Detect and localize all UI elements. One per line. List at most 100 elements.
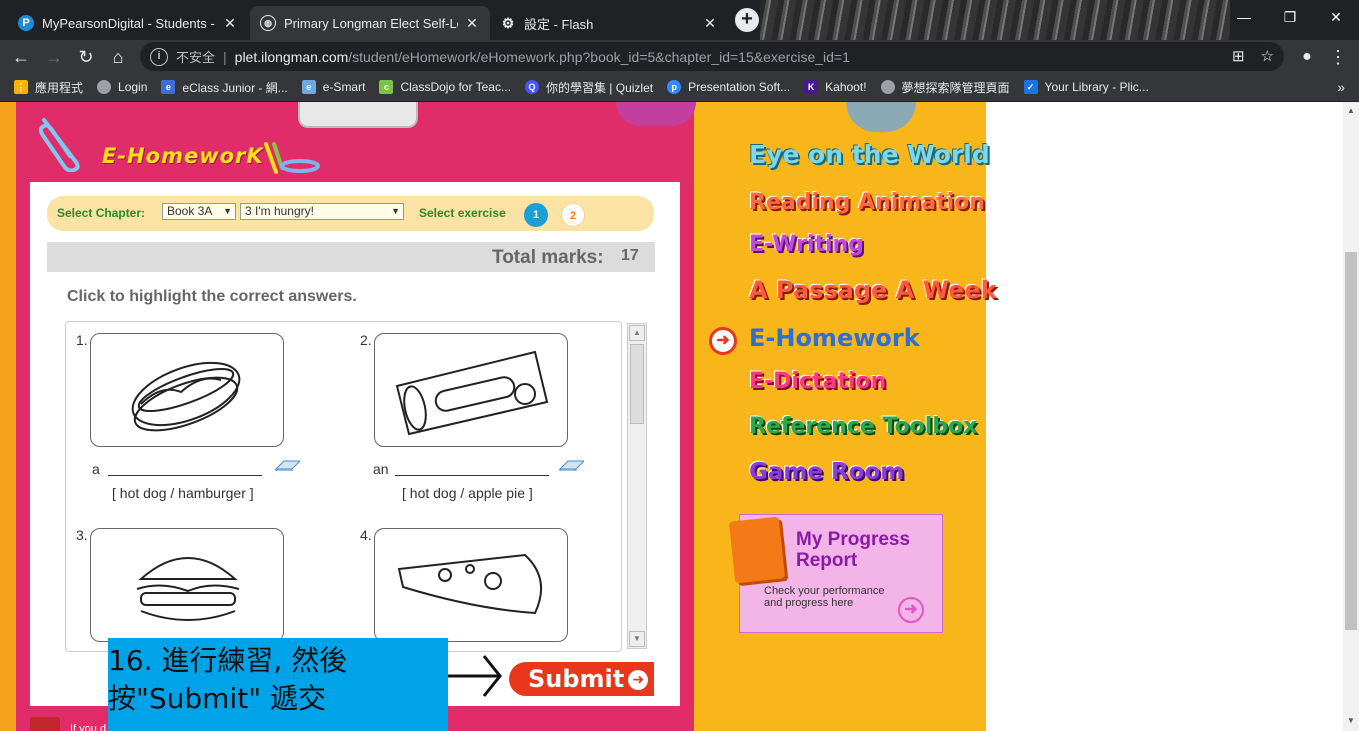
bookmark-label: 應用程式 <box>35 80 84 95</box>
tab-primary-longman[interactable]: ◍ Primary Longman Elect Self-Le ✕ <box>250 6 490 40</box>
arrow-right-icon: ➜ <box>628 670 649 690</box>
forward-icon[interactable]: → <box>41 44 67 70</box>
nav-eye-on-the-world[interactable]: Eye on the World <box>749 140 990 169</box>
tab-title: 設定 - Flash <box>524 16 594 32</box>
pearson-icon: P <box>18 15 34 31</box>
window-close-button[interactable]: ✕ <box>1316 2 1356 32</box>
instruction-callout: 16. 進行練習, 然後 按"Submit" 遞交 <box>108 638 448 731</box>
profile-icon[interactable]: ● <box>1294 44 1320 70</box>
close-icon[interactable]: ✕ <box>464 15 480 32</box>
bookmark-prezi[interactable]: p Presentation Soft... <box>667 80 790 94</box>
bookmark-dream-team[interactable]: 夢想探索隊管理頁面 <box>880 79 1010 96</box>
hot-dog-image <box>90 333 284 447</box>
exercise-1-button[interactable]: 1 <box>524 203 548 227</box>
question-number: 1. <box>76 332 88 348</box>
reload-icon[interactable]: ↻ <box>73 44 99 70</box>
progress-subtitle-line: Check your performance <box>764 585 885 597</box>
progress-title-line: Report <box>796 550 858 571</box>
globe-icon: ◍ <box>260 15 276 31</box>
info-icon[interactable]: i <box>150 47 168 66</box>
article-text: an <box>373 461 389 477</box>
minimize-button[interactable]: — <box>1224 2 1264 32</box>
submit-button[interactable]: Submit ➜ <box>509 662 654 696</box>
star-icon[interactable]: ☆ <box>1261 47 1274 65</box>
article-text: a <box>92 461 100 477</box>
nav-game-room[interactable]: Game Room <box>749 459 904 485</box>
bookmark-esmart[interactable]: e e-Smart <box>301 80 366 94</box>
bookmark-label: ClassDojo for Teac... <box>400 80 511 94</box>
progress-subtitle-line: and progress here <box>764 597 854 609</box>
bookmark-label: e-Smart <box>322 80 366 94</box>
chapter-select[interactable]: 3 I'm hungry! ▼ <box>240 203 404 220</box>
nav-e-dictation[interactable]: E-Dictation <box>749 369 886 394</box>
book-select[interactable]: Book 3A ▼ <box>162 203 236 220</box>
scroll-down-icon[interactable]: ▼ <box>1347 716 1355 725</box>
nav-e-writing[interactable]: E-Writing <box>749 232 864 257</box>
menu-icon[interactable]: ⋮ <box>1325 44 1351 70</box>
bookmark-login[interactable]: Login <box>97 80 147 94</box>
restore-button[interactable]: ❐ <box>1270 2 1310 32</box>
answer-options[interactable]: [ hot dog / apple pie ] <box>402 485 533 501</box>
new-tab-button[interactable]: + <box>735 8 759 32</box>
exercise-2-button[interactable]: 2 <box>561 203 585 227</box>
character-decoration <box>616 102 696 126</box>
pizza-image <box>374 528 568 642</box>
bookmark-eclass[interactable]: e eClass Junior - 網... <box>161 79 288 96</box>
question-scrollbar[interactable]: ▲ ▼ <box>627 323 647 649</box>
bookmark-label: 夢想探索隊管理頁面 <box>901 80 1010 95</box>
arrow-right-icon[interactable]: ➜ <box>898 597 924 623</box>
bookmark-label: eClass Junior - 網... <box>182 80 288 95</box>
eclass-icon: e <box>161 80 176 94</box>
bookmarks-bar: ⋮ 應用程式 Login e eClass Junior - 網... e e-Sma… <box>0 73 1359 102</box>
page-scrollbar[interactable]: ▲ ▼ <box>1343 102 1359 731</box>
tab-flash-settings[interactable]: ⚙ 設定 - Flash ✕ <box>490 6 728 40</box>
flash-icon <box>30 717 60 731</box>
nav-passage-a-week[interactable]: A Passage A Week <box>749 276 997 304</box>
bookmark-label: Login <box>118 80 148 94</box>
home-icon[interactable]: ⌂ <box>105 44 131 70</box>
answer-blank[interactable] <box>108 475 262 476</box>
classdojo-icon: c <box>379 80 394 94</box>
apple-pie-image <box>374 333 568 447</box>
nav-reading-animation[interactable]: Reading Animation <box>749 190 985 215</box>
question-number: 3. <box>76 527 88 543</box>
eraser-icon[interactable] <box>558 457 584 471</box>
progress-title: My Progress Report <box>796 529 910 571</box>
answer-options[interactable]: [ hot dog / hamburger ] <box>112 485 254 501</box>
bookmark-plickers[interactable]: ✓ Your Library - Plic... <box>1023 80 1149 94</box>
tab-mypearsondigital[interactable]: P MyPearsonDigital - Students - ✕ <box>8 6 248 40</box>
bookmark-label: Kahoot! <box>825 80 867 94</box>
arrow-pointer-icon <box>448 655 502 697</box>
browser-tabstrip: P MyPearsonDigital - Students - ✕ ◍ Prim… <box>0 0 1359 40</box>
nav-reference-toolbox[interactable]: Reference Toolbox <box>749 414 977 439</box>
scroll-up-icon[interactable]: ▲ <box>629 325 645 341</box>
bookmark-apps[interactable]: ⋮ 應用程式 <box>14 79 83 96</box>
bookmark-classdojo[interactable]: c ClassDojo for Teac... <box>379 80 511 94</box>
submit-label: Submit <box>528 665 625 693</box>
address-bar[interactable]: i 不安全 | plet.ilongman.com/student/eHomew… <box>140 42 1284 71</box>
back-icon[interactable]: ← <box>8 44 34 70</box>
close-icon[interactable]: ✕ <box>702 15 718 32</box>
progress-title-line: My Progress <box>796 529 911 550</box>
scroll-up-icon[interactable]: ▲ <box>1347 106 1355 115</box>
apps-grid-icon: ⋮ <box>14 80 28 94</box>
url-path: /student/eHomework/eHomework.php?book_id… <box>348 48 850 65</box>
divider: | <box>223 48 227 65</box>
scroll-down-icon[interactable]: ▼ <box>629 631 645 647</box>
page-scroll-thumb[interactable] <box>1345 252 1357 630</box>
chevron-more-icon[interactable]: » <box>1337 79 1345 95</box>
bookmark-quizlet[interactable]: Q 你的學習集 | Quizlet <box>524 79 653 96</box>
quizlet-icon: Q <box>524 80 539 94</box>
nav-e-homework[interactable]: E-Homework <box>749 324 920 352</box>
bookmark-kahoot[interactable]: K Kahoot! <box>804 80 867 94</box>
scroll-thumb[interactable] <box>630 344 644 424</box>
progress-report-card[interactable]: My Progress Report Check your performanc… <box>728 514 943 633</box>
gear-icon: ⚙ <box>501 14 515 31</box>
instruction-text: Click to highlight the correct answers. <box>67 288 357 305</box>
eraser-icon[interactable] <box>274 457 300 471</box>
translate-icon[interactable]: ⊞ <box>1232 47 1245 65</box>
bookmark-label: Your Library - Plic... <box>1044 80 1149 94</box>
answer-blank[interactable] <box>395 475 549 476</box>
url-host: plet.ilongman.com <box>234 48 349 65</box>
close-icon[interactable]: ✕ <box>222 15 238 32</box>
